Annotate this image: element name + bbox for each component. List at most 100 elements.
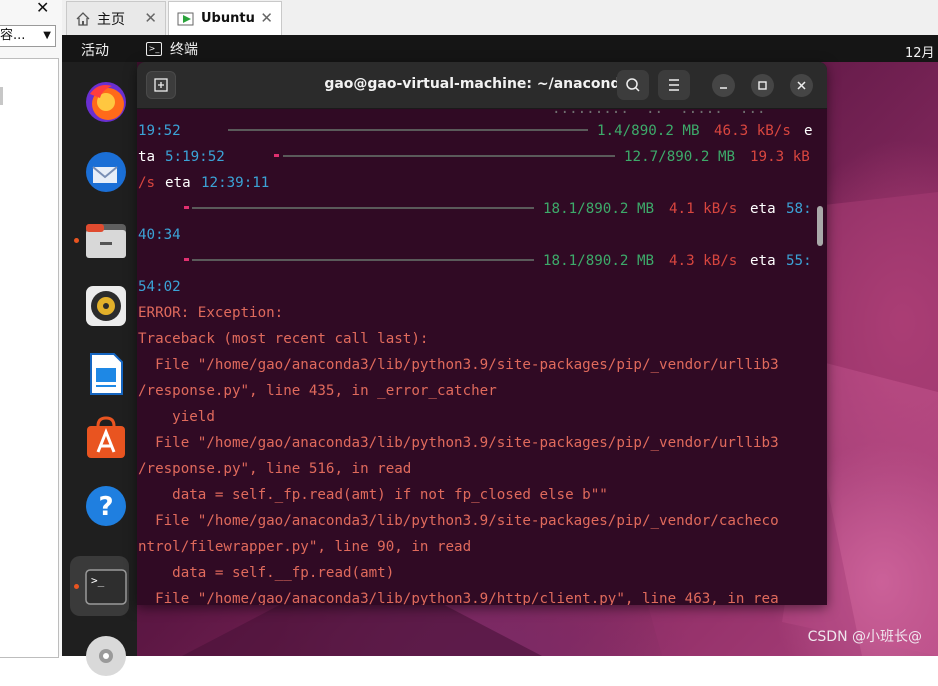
progress-bar (228, 129, 588, 131)
dock-help[interactable]: ? (70, 476, 129, 536)
error-line: ntrol/filewrapper.py", line 90, in read (138, 539, 472, 555)
error-line: data = self.__fp.read(amt) (138, 565, 395, 581)
minimize-icon (720, 87, 727, 89)
dock-files[interactable] (70, 210, 129, 270)
left-dropdown-text: 容... (0, 28, 26, 43)
dock-firefox[interactable] (70, 72, 129, 132)
progress-eta-label: eta (165, 175, 191, 191)
progress-fill (184, 206, 189, 209)
svg-text:?: ? (98, 492, 113, 522)
terminal-icon: >_ (85, 569, 127, 605)
search-icon (626, 78, 640, 92)
app-menu-label: 终端 (170, 42, 198, 58)
terminal-small-icon: >_ (146, 42, 162, 56)
dock-thunderbird[interactable] (70, 142, 129, 202)
search-button[interactable] (617, 70, 649, 100)
maximize-icon (758, 81, 767, 90)
close-button[interactable] (790, 74, 813, 97)
error-line: ERROR: Exception: (138, 305, 284, 321)
progress-time: 40:34 (138, 227, 181, 243)
app-menu[interactable]: >_ 终端 (146, 39, 198, 59)
progress-time: 12:39:11 (201, 175, 270, 191)
progress-eta-label: e (804, 123, 813, 139)
minimize-button[interactable] (712, 74, 735, 97)
left-dropdown[interactable]: 容... ▼ (0, 25, 56, 47)
error-line: File "/home/gao/anaconda3/lib/python3.9/… (138, 591, 779, 605)
home-icon (76, 11, 90, 26)
progress-bar (283, 155, 615, 157)
tab-ubuntu-label: Ubuntu (201, 11, 255, 26)
dock-rhythmbox[interactable] (70, 276, 129, 336)
error-line: /response.py", line 435, in _error_catch… (138, 383, 497, 399)
tab-home-label: 主页 (97, 11, 125, 28)
progress-speed: 4.3 kB/s (669, 253, 738, 269)
menu-button[interactable] (658, 70, 690, 100)
progress-eta-label: ta (138, 149, 156, 165)
dock-disc[interactable] (70, 626, 129, 686)
svg-text:>_: >_ (91, 574, 105, 587)
close-icon (797, 81, 806, 90)
disc-icon (86, 636, 126, 676)
dock-ubuntu-software[interactable] (70, 408, 129, 468)
vm-icon (177, 12, 194, 25)
tab-home[interactable]: 主页 ✕ (66, 1, 166, 35)
error-line: data = self._fp.read(amt) if not fp_clos… (138, 487, 608, 503)
running-indicator (74, 584, 79, 589)
terminal-window: gao@gao-virtual-machine: ~/anaconda3 ...… (137, 62, 827, 605)
progress-time: 19:52 (138, 123, 181, 139)
progress-speed-unit: /s (138, 175, 156, 191)
chevron-down-icon: ▼ (43, 30, 51, 41)
progress-time: 58: (786, 201, 812, 217)
error-line: Traceback (most recent call last): (138, 331, 429, 347)
progress-fill (274, 154, 279, 157)
progress-eta-label: eta (750, 253, 776, 269)
tab-home-close-icon[interactable]: ✕ (144, 9, 157, 27)
progress-speed: 46.3 kB/s (714, 123, 791, 139)
running-indicator (74, 238, 79, 243)
terminal-output[interactable]: ......... .. ..... ... 19:52 1.4/890.2 M… (138, 108, 813, 605)
tab-ubuntu[interactable]: Ubuntu ✕ (168, 1, 282, 35)
progress-bar (192, 259, 534, 261)
host-left-panel: ✕ 容... ▼ (0, 0, 63, 658)
host-tab-bar: 主页 ✕ Ubuntu ✕ (62, 0, 938, 35)
files-icon (86, 224, 126, 258)
progress-bar (192, 207, 534, 209)
error-line: File "/home/gao/anaconda3/lib/python3.9/… (138, 357, 779, 373)
progress-speed: 4.1 kB/s (669, 201, 738, 217)
progress-time: 55: (786, 253, 812, 269)
error-line: File "/home/gao/anaconda3/lib/python3.9/… (138, 435, 779, 451)
dock-terminal[interactable]: >_ (70, 556, 129, 616)
terminal-header: gao@gao-virtual-machine: ~/anaconda3 (137, 62, 827, 109)
ubuntu-top-bar: 活动 >_ 终端 12月 (62, 35, 938, 62)
activities-button[interactable]: 活动 (81, 40, 109, 60)
progress-eta-label: eta (750, 201, 776, 217)
progress-size: 18.1/890.2 MB (543, 201, 655, 217)
progress-fill (184, 258, 189, 261)
progress-size: 1.4/890.2 MB (597, 123, 700, 139)
libreoffice-writer-icon (90, 353, 123, 395)
error-line: yield (138, 409, 215, 425)
help-icon: ? (86, 486, 126, 526)
progress-speed: 19.3 kB (750, 149, 810, 165)
csdn-watermark: CSDN @小班长@ (807, 629, 922, 645)
tab-ubuntu-close-icon[interactable]: ✕ (260, 9, 273, 27)
dock-libreoffice-writer[interactable] (70, 344, 129, 404)
progress-time: 5:19:52 (165, 149, 225, 165)
maximize-button[interactable] (751, 74, 774, 97)
error-line: /response.py", line 516, in read (138, 461, 412, 477)
firefox-icon (86, 82, 126, 122)
rhythmbox-icon (86, 286, 126, 326)
tree-selection-mark (0, 87, 3, 105)
error-line: File "/home/gao/anaconda3/lib/python3.9/… (138, 513, 779, 529)
progress-time: 54:02 (138, 279, 181, 295)
clock[interactable]: 12月 (905, 42, 935, 61)
left-tree-panel (0, 58, 59, 658)
ubuntu-software-icon (87, 416, 125, 458)
progress-size: 18.1/890.2 MB (543, 253, 655, 269)
thunderbird-icon (86, 152, 126, 192)
progress-size: 12.7/890.2 MB (624, 149, 736, 165)
ubuntu-dock: ? >_ (62, 62, 137, 676)
terminal-scrollbar[interactable] (817, 206, 823, 246)
hamburger-icon (669, 79, 679, 91)
left-close-icon[interactable]: ✕ (36, 0, 49, 17)
